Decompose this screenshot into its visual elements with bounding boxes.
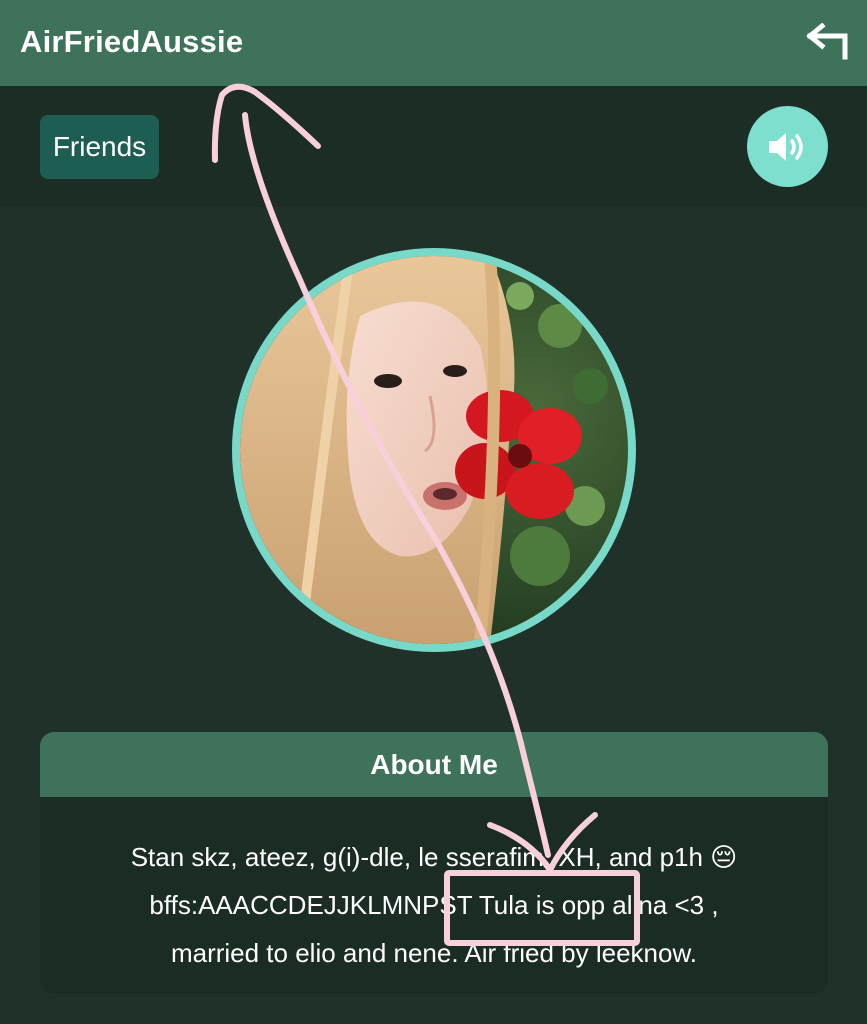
profile-page: AirFriedAussie Friends About Me Stan skz… <box>0 0 867 1024</box>
page-title: AirFriedAussie <box>20 24 244 59</box>
about-me-text: Stan skz, ateez, g(i)-dle, le sserafim, … <box>40 797 828 977</box>
return-arrow-icon <box>806 23 848 60</box>
speaker-volume-icon <box>768 132 803 161</box>
friends-button[interactable]: Friends <box>40 115 159 179</box>
about-me-heading: About Me <box>40 732 828 797</box>
avatar[interactable] <box>240 256 628 644</box>
app-header: AirFriedAussie <box>0 0 867 86</box>
about-line-3: married to elio and nene. Air fried by l… <box>170 938 698 968</box>
sound-button[interactable] <box>747 106 828 187</box>
about-line-1: Stan skz, ateez, g(i)-dle, le sserafim, … <box>130 842 738 872</box>
back-button[interactable] <box>805 22 851 64</box>
about-line-2: bffs:AAACCDEJJKLMNPST Tula is opp alina … <box>149 890 719 920</box>
about-me-card: About Me Stan skz, ateez, g(i)-dle, le s… <box>40 732 828 994</box>
profile-photo <box>240 256 628 644</box>
